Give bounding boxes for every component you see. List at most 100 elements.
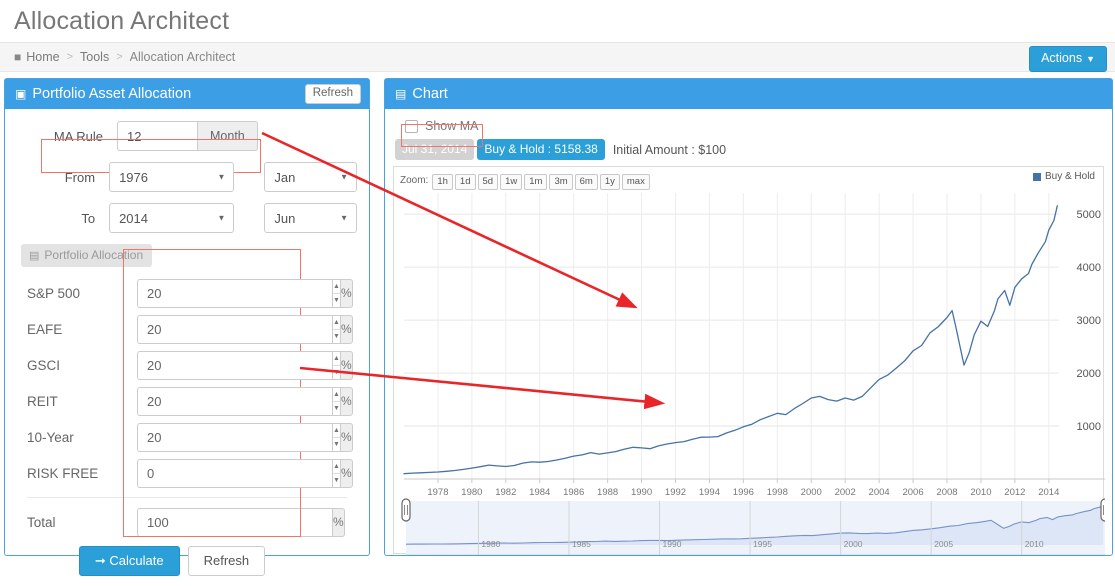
- asset-row: 10-Year ▲▼%: [17, 419, 357, 455]
- stepper-down-icon[interactable]: ▼: [333, 474, 340, 487]
- stepper-buttons: ▲ ▼: [332, 422, 340, 452]
- stepper-up-icon[interactable]: ▲: [333, 388, 340, 402]
- zoom-button-3m[interactable]: 3m: [549, 174, 573, 191]
- from-label: From: [64, 169, 96, 185]
- chart-panel-body: Show MA Jul 31, 2014 Buy & Hold : 5158.3…: [385, 109, 1112, 560]
- svg-text:2012: 2012: [1004, 487, 1025, 498]
- left-panel-header: ▣ Portfolio Asset Allocation Refresh: [5, 79, 369, 109]
- stepper-up-icon[interactable]: ▲: [333, 424, 340, 438]
- from-month-value: Jan: [274, 169, 296, 185]
- ma-rule-input[interactable]: [117, 121, 197, 151]
- to-month-select[interactable]: Jun ▼: [264, 203, 358, 233]
- chart-frame: Zoom: 1h 1d 5d 1w 1m 3m 6m 1y max Buy & Hold 100…: [393, 166, 1105, 556]
- svg-text:2010: 2010: [1025, 539, 1044, 549]
- zoom-button-6m[interactable]: 6m: [574, 174, 598, 191]
- zoom-button-1d[interactable]: 1d: [454, 174, 476, 191]
- svg-text:2000: 2000: [801, 487, 822, 498]
- chevron-down-icon: ▼: [1086, 54, 1095, 64]
- navigator-handle-left[interactable]: [401, 498, 411, 522]
- svg-text:2014: 2014: [1038, 487, 1059, 498]
- svg-text:1984: 1984: [529, 487, 550, 498]
- stepper-down-icon[interactable]: ▼: [333, 294, 340, 307]
- chart-summary-badges: Jul 31, 2014 Buy & Hold : 5158.38 Initia…: [395, 139, 1104, 161]
- svg-text:4000: 4000: [1077, 263, 1101, 275]
- refresh-button[interactable]: Refresh: [187, 546, 266, 577]
- from-year-select[interactable]: 1976 ▼: [109, 162, 235, 192]
- svg-text:1980: 1980: [461, 487, 482, 498]
- svg-text:1985: 1985: [572, 539, 591, 549]
- asset-percent-input[interactable]: [137, 278, 332, 308]
- chevron-down-icon: ▼: [340, 213, 349, 223]
- stepper-down-icon[interactable]: ▼: [333, 330, 340, 343]
- stepper-down-icon[interactable]: ▼: [333, 402, 340, 415]
- stepper-up-icon[interactable]: ▲: [333, 280, 340, 294]
- to-year-select[interactable]: 2014 ▼: [109, 203, 235, 233]
- legend-swatch: [1032, 172, 1041, 181]
- zoom-button-1m[interactable]: 1m: [524, 174, 548, 191]
- chart-icon: ▤: [29, 249, 40, 262]
- total-row: Total %: [17, 502, 357, 542]
- calculate-button-label: Calculate: [109, 553, 164, 568]
- zoom-button-1h[interactable]: 1h: [432, 174, 453, 191]
- stepper-down-icon[interactable]: ▼: [333, 366, 340, 379]
- zoom-button-1w[interactable]: 1w: [500, 174, 523, 191]
- result-badge: Buy & Hold : 5158.38: [477, 139, 605, 161]
- total-label: Total: [27, 514, 56, 530]
- svg-text:1990: 1990: [663, 539, 682, 549]
- zoom-button-1y[interactable]: 1y: [599, 174, 620, 191]
- asset-percent-stepper: ▲▼%: [137, 314, 353, 344]
- asset-label: REIT: [27, 393, 58, 409]
- to-year-value: 2014: [119, 210, 148, 226]
- chart-legend[interactable]: Buy & Hold: [1032, 171, 1095, 183]
- show-ma-checkbox[interactable]: [405, 119, 418, 133]
- ma-rule-unit-addon: Month: [197, 121, 258, 151]
- svg-text:5000: 5000: [1077, 210, 1101, 222]
- zoom-button-5d[interactable]: 5d: [477, 174, 499, 191]
- stepper-up-icon[interactable]: ▲: [333, 352, 340, 366]
- svg-text:2002: 2002: [835, 487, 856, 498]
- svg-text:3000: 3000: [1077, 316, 1101, 328]
- to-row: To 2014 ▼ Jun ▼: [17, 201, 358, 235]
- svg-text:2004: 2004: [869, 487, 890, 498]
- ma-rule-label: MA Rule: [53, 128, 103, 144]
- breadcrumb-home[interactable]: Home: [26, 50, 59, 64]
- zoom-button-max[interactable]: max: [621, 174, 650, 191]
- home-icon: ■: [14, 50, 22, 64]
- left-panel-body: MA Rule Month From 1976 ▼ Jan ▼ To 2014 …: [5, 109, 369, 586]
- asset-percent-input[interactable]: [137, 422, 332, 452]
- asset-percent-input[interactable]: [137, 386, 332, 416]
- actions-button[interactable]: Actions ▼: [1029, 46, 1107, 72]
- panel-refresh-button[interactable]: Refresh: [304, 83, 361, 105]
- asset-percent-input[interactable]: [137, 458, 332, 488]
- asset-percent-input[interactable]: [137, 314, 332, 344]
- breadcrumb-tools[interactable]: Tools: [80, 50, 109, 64]
- stepper-up-icon[interactable]: ▲: [333, 460, 340, 474]
- navigator-handle-right[interactable]: [1100, 498, 1105, 522]
- stepper-up-icon[interactable]: ▲: [333, 316, 340, 330]
- page-title: Allocation Architect: [14, 7, 230, 35]
- percent-addon: %: [339, 314, 353, 344]
- show-ma-row[interactable]: Show MA: [405, 119, 1104, 133]
- zoom-button-group: 1h 1d 5d 1w 1m 3m 6m 1y max: [432, 172, 652, 191]
- stepper-buttons: ▲ ▼: [332, 278, 340, 308]
- from-month-select[interactable]: Jan ▼: [264, 162, 358, 192]
- svg-text:1986: 1986: [563, 487, 584, 498]
- svg-text:2000: 2000: [844, 539, 863, 549]
- chart-panel-title: Chart: [412, 86, 448, 102]
- calculate-button[interactable]: ➞ Calculate: [78, 546, 180, 577]
- asset-percent-stepper: ▲▼%: [137, 458, 353, 488]
- asset-label: 10-Year: [27, 429, 74, 445]
- portfolio-allocation-tab[interactable]: ▤ Portfolio Allocation: [21, 244, 153, 267]
- asset-percent-stepper: ▲▼%: [137, 422, 353, 452]
- chart-icon: ▤: [395, 87, 407, 101]
- percent-addon: %: [339, 278, 353, 308]
- asset-row: S&P 500 ▲▼%: [17, 275, 357, 311]
- chart-panel: ▤ Chart Show MA Jul 31, 2014 Buy & Hold …: [384, 78, 1113, 556]
- asset-label: EAFE: [27, 321, 63, 337]
- asset-percent-input[interactable]: [137, 350, 332, 380]
- asset-row: GSCI ▲▼%: [17, 347, 357, 383]
- legend-label: Buy & Hold: [1044, 171, 1095, 183]
- portfolio-allocation-tab-label: Portfolio Allocation: [44, 248, 144, 262]
- svg-text:1982: 1982: [495, 487, 516, 498]
- stepper-down-icon[interactable]: ▼: [333, 438, 340, 451]
